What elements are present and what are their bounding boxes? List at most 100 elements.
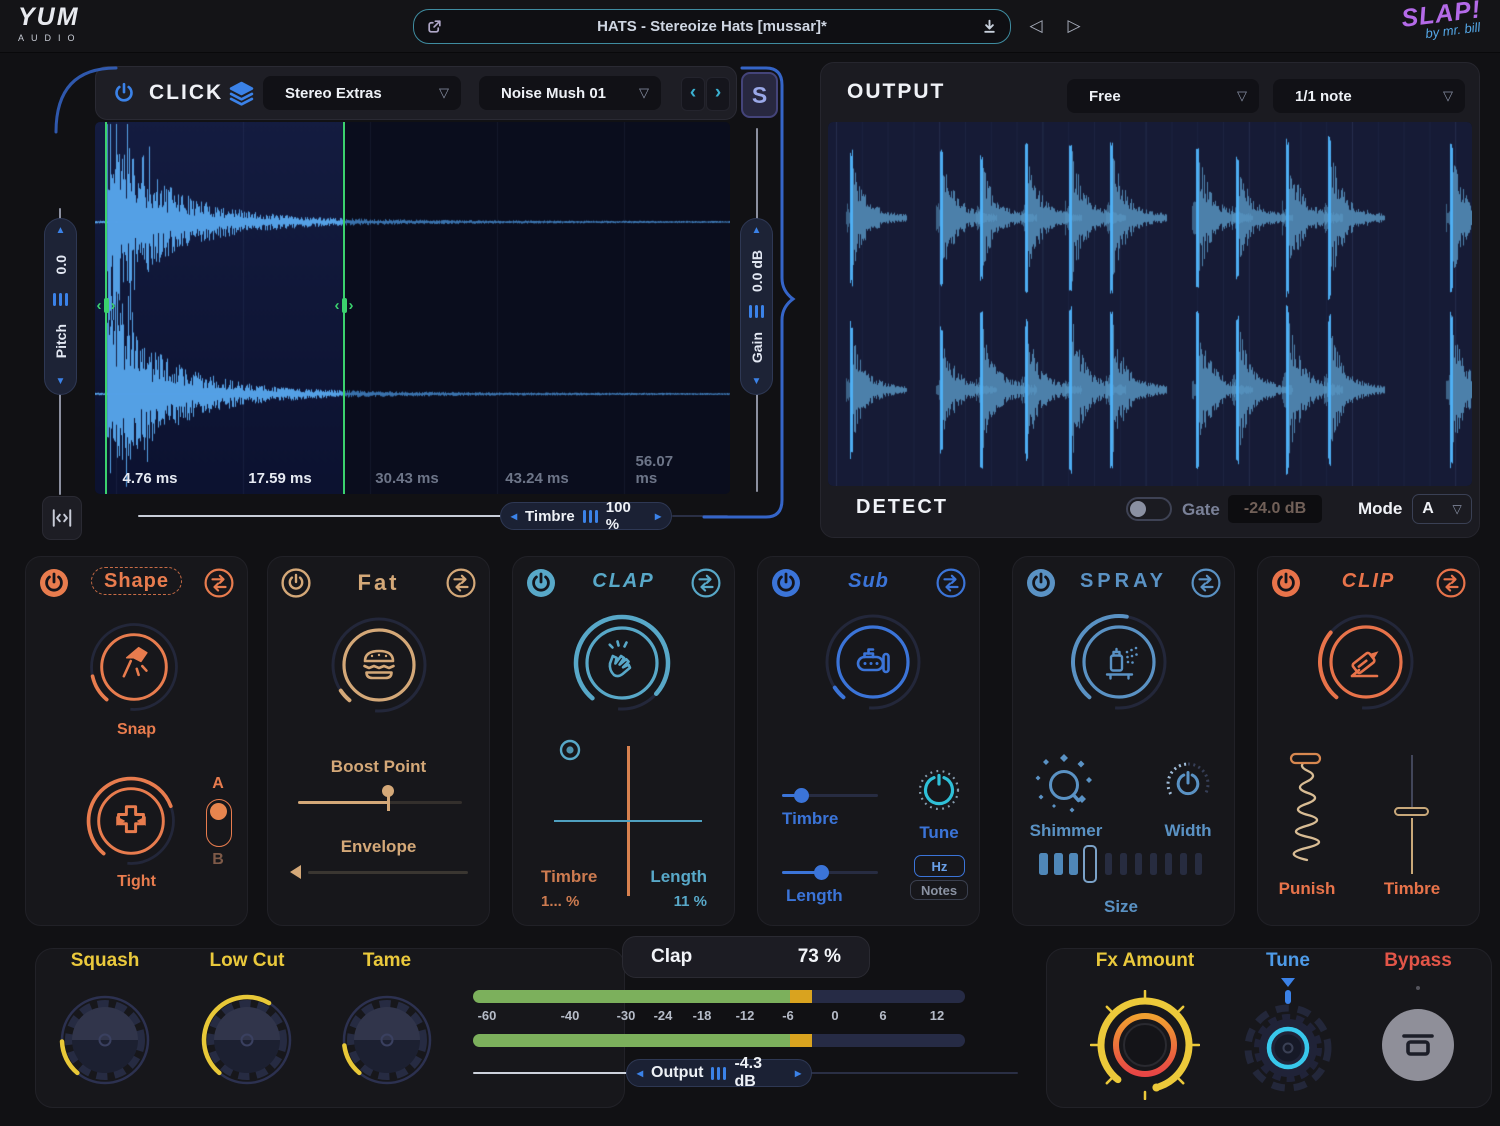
clip-timbre-handle[interactable] [1394, 807, 1429, 816]
sync-dropdown[interactable]: Free ▽ [1067, 79, 1259, 113]
sample-end-marker[interactable]: ‹› [343, 122, 345, 494]
fat-ab-swap-icon[interactable] [446, 568, 476, 598]
sample-start-marker[interactable]: ‹› [105, 122, 107, 494]
spray-shimmer-label: Shimmer [1013, 821, 1119, 841]
solo-badge[interactable]: S [741, 72, 778, 118]
fat-knob[interactable] [327, 613, 431, 717]
gain-slider-pill[interactable]: ▲ 0.0 dB Gain ▼ [740, 218, 773, 395]
marker-handle-icon[interactable]: ‹› [330, 296, 358, 314]
snap-knob[interactable] [86, 619, 182, 715]
top-bar: YUM AUDIO HATS - Stereoize Hats [mussar]… [0, 0, 1500, 53]
note-dropdown[interactable]: 1/1 note ▽ [1273, 79, 1465, 113]
clip-timbre-rail-top[interactable] [1411, 755, 1413, 809]
decrement-icon[interactable]: ◂ [637, 1066, 643, 1080]
down-arrow-icon[interactable]: ▼ [752, 377, 762, 387]
spray-shimmer-knob[interactable] [1031, 753, 1097, 819]
click-waveform-display[interactable]: ‹› ‹› 4.76 ms 17.59 ms 30.43 ms 43.24 ms… [95, 122, 730, 494]
ab-toggle-knob[interactable] [210, 803, 227, 820]
prev-sample-button[interactable]: ‹ [681, 77, 705, 111]
grip-icon[interactable] [749, 305, 764, 318]
mode-dropdown[interactable]: A ▽ [1412, 494, 1472, 524]
output-slider-track-dim[interactable] [810, 1072, 1018, 1074]
prev-preset-button[interactable]: ◁ [1022, 12, 1050, 40]
clap-y-value: 11 % [631, 893, 707, 910]
clip-timbre-rail-bottom[interactable] [1411, 818, 1413, 874]
sub-timbre-handle[interactable] [794, 788, 809, 803]
clap-xy-length-axis[interactable] [554, 820, 702, 822]
grip-icon[interactable] [711, 1067, 726, 1080]
boost-point-handle-stem[interactable] [387, 795, 390, 811]
ab-toggle[interactable] [206, 799, 232, 847]
clip-punish-slider[interactable] [1284, 751, 1328, 887]
sub-knob[interactable] [821, 610, 925, 714]
chevron-down-icon: ▽ [439, 85, 449, 101]
note-dropdown-value: 1/1 note [1295, 88, 1352, 105]
fx-amount-knob[interactable] [1090, 990, 1200, 1100]
boost-point-handle[interactable] [382, 785, 394, 797]
sub-unit-hz-button[interactable]: Hz [914, 855, 965, 877]
brand-bottom: AUDIO [18, 33, 82, 43]
lowcut-knob[interactable] [199, 992, 295, 1088]
clip-punish-handle[interactable] [1291, 754, 1320, 763]
tame-knob[interactable] [339, 992, 435, 1088]
gate-toggle-knob[interactable] [1130, 501, 1146, 517]
down-arrow-icon[interactable]: ▼ [56, 377, 66, 387]
click-sample-dropdown[interactable]: Noise Mush 01 ▽ [479, 76, 661, 110]
output-gain-pill[interactable]: ◂ Output -4.3 dB ▸ [626, 1059, 812, 1087]
next-sample-button[interactable]: › [706, 77, 730, 111]
click-waveform-canvas [95, 122, 730, 494]
sub-ab-swap-icon[interactable] [936, 568, 966, 598]
squash-knob[interactable] [57, 992, 153, 1088]
timbre-value: 100 % [606, 499, 647, 533]
save-preset-icon[interactable] [981, 18, 998, 35]
clip-ab-swap-icon[interactable] [1436, 568, 1466, 598]
spray-knob[interactable] [1067, 610, 1171, 714]
layers-icon[interactable] [228, 80, 255, 107]
up-arrow-icon[interactable]: ▲ [56, 226, 66, 236]
envelope-handle[interactable] [290, 865, 301, 879]
clap-x-value: 1... % [541, 893, 579, 910]
tight-knob-label: Tight [26, 873, 247, 891]
decrement-icon[interactable]: ◂ [511, 509, 517, 523]
sub-tune-knob[interactable] [911, 762, 967, 818]
marker-handle-icon[interactable]: ‹› [95, 296, 120, 314]
increment-icon[interactable]: ▸ [795, 1066, 801, 1080]
spray-size-handle[interactable] [1083, 845, 1097, 883]
bypass-button[interactable] [1382, 1009, 1454, 1081]
module-clip: CLIP [1257, 556, 1480, 926]
increment-icon[interactable]: ▸ [655, 509, 661, 523]
preset-bar[interactable]: HATS - Stereoize Hats [mussar]* [413, 9, 1011, 44]
grip-icon[interactable] [583, 510, 598, 523]
gate-toggle[interactable] [1126, 497, 1172, 521]
tune-knob[interactable] [1240, 1000, 1336, 1096]
spray-ab-swap-icon[interactable] [1191, 568, 1221, 598]
spray-width-knob[interactable] [1160, 756, 1216, 812]
next-preset-button[interactable]: ▷ [1060, 12, 1088, 40]
timbre-slider-track[interactable] [138, 515, 502, 517]
clap-knob[interactable] [570, 611, 674, 715]
grip-icon[interactable] [53, 293, 68, 306]
timbre-slider-pill[interactable]: ◂ Timbre 100 % ▸ [500, 502, 672, 530]
envelope-slider[interactable] [308, 871, 468, 874]
gate-threshold-value[interactable]: -24.0 dB [1228, 495, 1322, 523]
preset-name[interactable]: HATS - Stereoize Hats [mussar]* [443, 18, 981, 35]
click-layer-dropdown[interactable]: Stereo Extras ▽ [263, 76, 461, 110]
boost-point-label: Boost Point [268, 757, 489, 777]
output-title: OUTPUT [847, 80, 945, 104]
sub-unit-notes-button[interactable]: Notes [910, 880, 968, 900]
timbre-slider-track-dim[interactable] [672, 515, 728, 517]
pitch-slider-pill[interactable]: ▲ 0.0 Pitch ▼ [44, 218, 77, 395]
tight-knob[interactable] [83, 773, 179, 869]
sub-length-handle[interactable] [814, 865, 829, 880]
spray-can-icon [1107, 647, 1138, 679]
shape-ab-swap-icon[interactable] [204, 568, 234, 598]
click-power-button[interactable] [110, 79, 138, 107]
clip-knob[interactable] [1314, 610, 1418, 714]
export-preset-icon[interactable] [426, 18, 443, 35]
up-arrow-icon[interactable]: ▲ [752, 226, 762, 236]
sync-dropdown-value: Free [1089, 88, 1121, 105]
clap-link-radio-button[interactable] [559, 739, 581, 761]
output-slider-track[interactable] [473, 1072, 629, 1074]
expand-view-button[interactable] [42, 496, 82, 540]
clap-ab-swap-icon[interactable] [691, 568, 721, 598]
